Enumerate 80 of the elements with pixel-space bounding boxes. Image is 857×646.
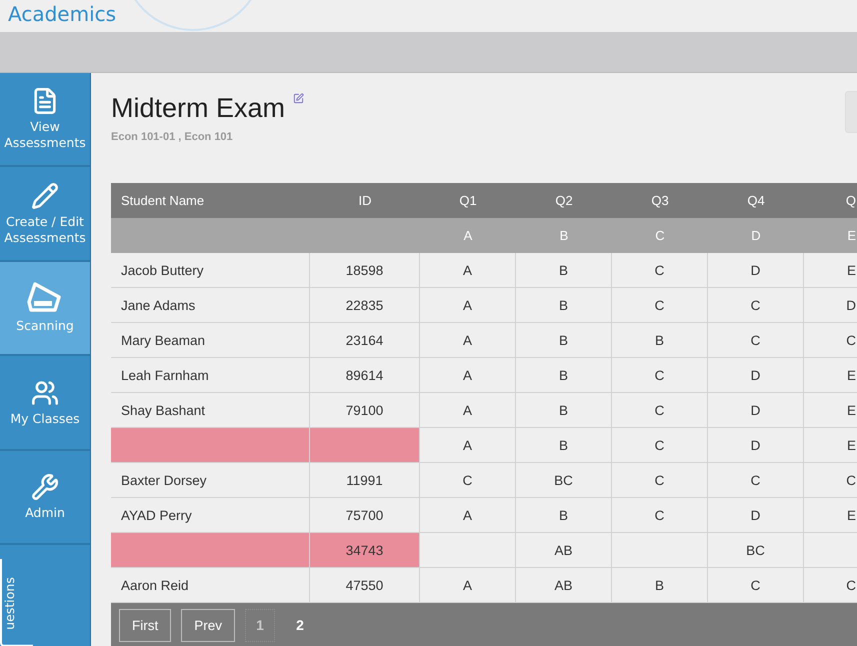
answer-cell: C	[708, 323, 804, 358]
answer-cell: AB	[516, 568, 612, 603]
answer-cell: D	[708, 498, 804, 533]
answer-cell: A	[420, 288, 516, 323]
answer-cell: C	[612, 393, 708, 428]
answer-cell: B	[516, 323, 612, 358]
answer-cell: B	[516, 393, 612, 428]
column-header: Q	[804, 183, 857, 218]
student-name-cell: Mary Beaman	[111, 323, 310, 358]
answer-cell: D	[708, 358, 804, 393]
answer-cell: A	[420, 568, 516, 603]
column-header: Q2	[516, 183, 612, 218]
answer-cell: B	[516, 358, 612, 393]
app-title: Academics	[8, 2, 116, 26]
page-button[interactable]: 1	[245, 608, 276, 642]
answer-cell: C	[708, 463, 804, 498]
answer-cell: C	[612, 288, 708, 323]
pagination-button[interactable]: First	[119, 608, 172, 642]
answer-cell: B	[612, 568, 708, 603]
answer-key-cell: E	[804, 218, 857, 253]
student-id-cell: 79100	[310, 393, 420, 428]
answer-cell: B	[516, 253, 612, 288]
pencil-icon	[31, 182, 59, 210]
exam-title: Midterm Exam	[111, 93, 286, 124]
answer-cell: B	[516, 498, 612, 533]
column-header: Q1	[420, 183, 516, 218]
column-header: Q4	[708, 183, 804, 218]
student-id-cell: 75700	[310, 498, 420, 533]
answer-cell: C	[612, 498, 708, 533]
column-header: Student Name	[111, 183, 310, 218]
answer-key-cell: C	[612, 218, 708, 253]
answer-cell: AB	[516, 533, 612, 568]
answer-cell: B	[612, 323, 708, 358]
sidebar-item[interactable]: Scanning	[0, 262, 90, 356]
student-name-cell: Jacob Buttery	[111, 253, 310, 288]
student-id-cell: 47550	[310, 568, 420, 603]
answer-cell: C	[708, 288, 804, 323]
column-header: ID	[310, 183, 420, 218]
student-id-cell: 23164	[310, 323, 420, 358]
answer-cell: C	[612, 428, 708, 463]
answer-key-cell: D	[708, 218, 804, 253]
student-name-cell: Leah Farnham	[111, 358, 310, 393]
answer-cell: A	[420, 323, 516, 358]
answer-cell: BC	[708, 533, 804, 568]
answer-cell: A	[420, 253, 516, 288]
wrench-icon	[31, 473, 59, 502]
edit-icon[interactable]	[293, 93, 304, 104]
answer-cell: C	[612, 358, 708, 393]
answer-key-cell: A	[420, 218, 516, 253]
answer-cell: A	[420, 428, 516, 463]
student-id-cell: 22835	[310, 288, 420, 323]
student-name-cell: Baxter Dorsey	[111, 463, 310, 498]
answer-cell: C	[612, 253, 708, 288]
answer-cell: A	[420, 393, 516, 428]
answer-cell: C	[708, 568, 804, 603]
student-id-cell: 11991	[310, 463, 420, 498]
answer-cell: B	[516, 428, 612, 463]
student-name-cell: Aaron Reid	[111, 568, 310, 603]
answer-cell: BC	[516, 463, 612, 498]
student-name-cell: AYAD Perry	[111, 498, 310, 533]
answer-cell: D	[708, 393, 804, 428]
column-header: Q3	[612, 183, 708, 218]
page-button[interactable]: 2	[285, 608, 316, 642]
answer-cell: D	[708, 428, 804, 463]
answer-key-cell: B	[516, 218, 612, 253]
questions-tab[interactable]: uestions	[0, 559, 33, 646]
exam-subtitle: Econ 101-01 , Econ 101	[111, 131, 234, 143]
people-icon	[31, 378, 59, 407]
answer-cell: B	[516, 288, 612, 323]
answer-cell: A	[420, 498, 516, 533]
student-id-cell: 34743	[310, 533, 420, 568]
student-id-cell: 89614	[310, 358, 420, 393]
answer-cell: A	[420, 358, 516, 393]
answer-cell: D	[708, 253, 804, 288]
student-name-cell: Jane Adams	[111, 288, 310, 323]
student-name-cell: Shay Bashant	[111, 393, 310, 428]
answer-cell: C	[612, 463, 708, 498]
student-id-cell: 18598	[310, 253, 420, 288]
answer-cell: C	[420, 463, 516, 498]
pagination-button[interactable]: Prev	[181, 608, 236, 642]
